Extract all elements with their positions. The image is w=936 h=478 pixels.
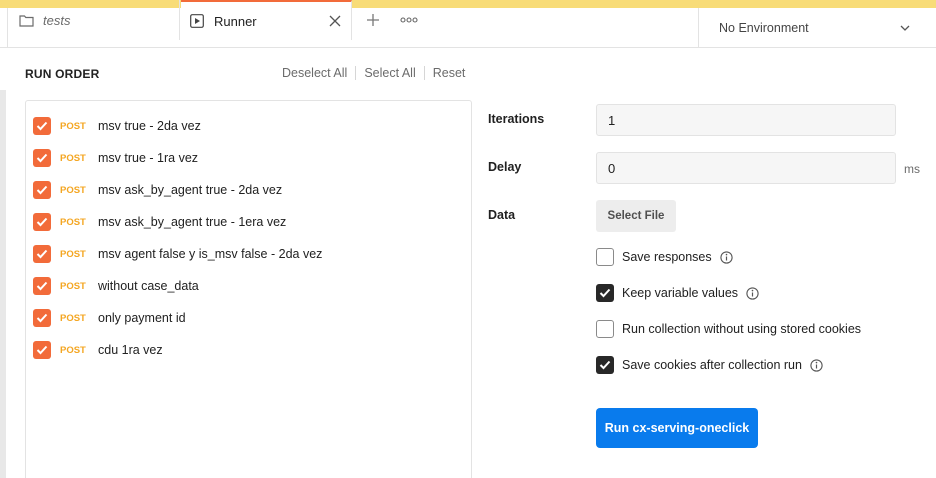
tab-runner-label: Runner (214, 13, 257, 29)
request-checkbox[interactable] (33, 117, 51, 135)
request-name: msv agent false y is_msv false - 2da vez (98, 247, 323, 261)
option-label: Run collection without using stored cook… (622, 322, 862, 336)
request-checkbox[interactable] (33, 309, 51, 327)
deselect-all-button[interactable]: Deselect All (282, 66, 347, 80)
request-item[interactable]: POST msv true - 2da vez (33, 116, 201, 136)
delay-value: 0 (608, 160, 616, 176)
request-checkbox[interactable] (33, 181, 51, 199)
delay-label: Delay (488, 160, 522, 174)
environment-selector[interactable]: No Environment (698, 8, 936, 48)
save-responses-checkbox[interactable] (596, 248, 614, 266)
request-method: POST (60, 120, 86, 132)
play-icon (189, 13, 205, 29)
request-name: msv ask_by_agent true - 2da vez (98, 183, 283, 197)
iterations-value: 1 (608, 112, 616, 128)
iterations-input[interactable]: 1 (596, 104, 896, 136)
request-name: msv true - 1ra vez (98, 151, 199, 165)
option-keep-variable-values[interactable]: Keep variable values (596, 283, 759, 303)
request-checkbox[interactable] (33, 341, 51, 359)
run-without-cookies-checkbox[interactable] (596, 320, 614, 338)
iterations-label: Iterations (488, 112, 545, 126)
option-run-without-cookies[interactable]: Run collection without using stored cook… (596, 319, 861, 339)
request-name: msv ask_by_agent true - 1era vez (98, 215, 287, 229)
request-checkbox[interactable] (33, 149, 51, 167)
option-label: Save cookies after collection run (622, 358, 802, 372)
request-method: POST (60, 280, 86, 292)
divider (423, 66, 425, 80)
request-item[interactable]: POST msv true - 1ra vez (33, 148, 198, 168)
environment-label: No Environment (719, 21, 809, 35)
request-checkbox[interactable] (33, 245, 51, 263)
folder-icon (18, 12, 34, 28)
option-label: Keep variable values (622, 286, 739, 300)
request-method: POST (60, 216, 86, 228)
reset-button[interactable]: Reset (433, 66, 466, 80)
request-item[interactable]: POST without case_data (33, 276, 199, 296)
option-save-responses[interactable]: Save responses (596, 247, 733, 267)
tab-runner[interactable]: Runner (181, 0, 352, 40)
info-icon[interactable] (810, 358, 823, 372)
divider (355, 66, 357, 80)
run-order-title: RUN ORDER (25, 67, 100, 81)
request-method: POST (60, 344, 86, 356)
info-icon[interactable] (719, 250, 733, 264)
chevron-down-icon (898, 21, 912, 35)
request-item[interactable]: POST only payment id (33, 308, 186, 328)
select-file-button[interactable]: Select File (596, 200, 676, 232)
keep-variable-values-checkbox[interactable] (596, 284, 614, 302)
add-tab-icon[interactable] (364, 11, 382, 29)
tab-bar-left-edge (0, 8, 8, 48)
info-icon[interactable] (746, 286, 759, 300)
request-method: POST (60, 248, 86, 260)
run-collection-button[interactable]: Run cx-serving-oneclick (596, 408, 758, 448)
select-all-button[interactable]: Select All (364, 66, 415, 80)
tab-tests-label: tests (43, 12, 71, 28)
delay-unit: ms (904, 162, 920, 176)
more-options-icon[interactable] (399, 11, 419, 29)
request-item[interactable]: POST msv ask_by_agent true - 1era vez (33, 212, 286, 232)
request-method: POST (60, 312, 86, 324)
delay-input[interactable]: 0 (596, 152, 896, 184)
request-item[interactable]: POST cdu 1ra vez (33, 340, 163, 360)
data-label: Data (488, 208, 516, 222)
option-label: Save responses (622, 250, 712, 264)
request-name: msv true - 2da vez (98, 119, 201, 133)
request-item[interactable]: POST msv ask_by_agent true - 2da vez (33, 180, 282, 200)
option-save-cookies[interactable]: Save cookies after collection run (596, 355, 823, 375)
tab-tests[interactable]: tests (8, 0, 180, 40)
request-checkbox[interactable] (33, 277, 51, 295)
left-scroll-rail[interactable] (0, 90, 6, 478)
request-item[interactable]: POST msv agent false y is_msv false - 2d… (33, 244, 322, 264)
run-order-actions: Deselect All Select All Reset (282, 66, 465, 80)
close-icon[interactable] (327, 13, 343, 29)
request-name: cdu 1ra vez (98, 343, 163, 357)
request-method: POST (60, 152, 86, 164)
request-method: POST (60, 184, 86, 196)
request-name: only payment id (98, 311, 186, 325)
request-name: without case_data (98, 279, 199, 293)
save-cookies-checkbox[interactable] (596, 356, 614, 374)
request-checkbox[interactable] (33, 213, 51, 231)
